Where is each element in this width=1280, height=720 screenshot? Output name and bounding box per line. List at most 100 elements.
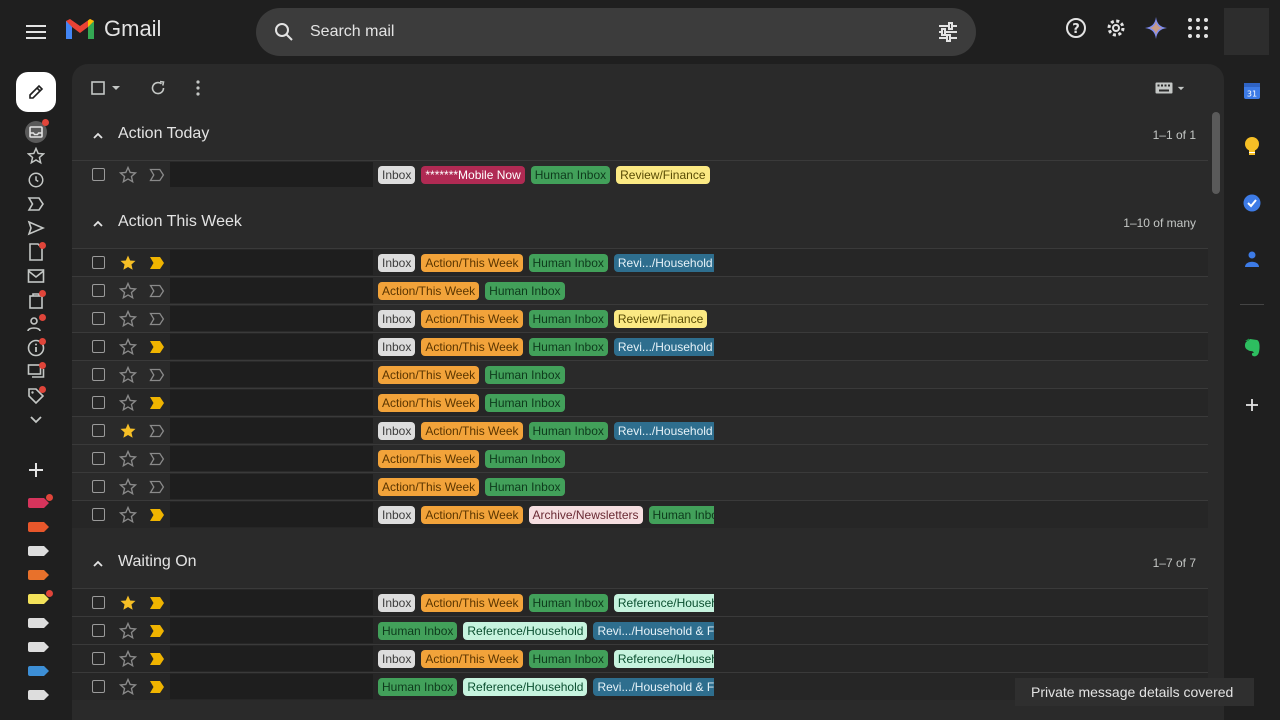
email-row[interactable]: Inbox Action/This Week Human Inbox Referenc… <box>72 588 1208 616</box>
label-chip[interactable]: Action/This Week <box>421 650 523 668</box>
label-chip[interactable]: Inbox <box>378 338 416 356</box>
section-title[interactable]: Action This Week <box>118 213 242 231</box>
refresh-button[interactable] <box>146 76 170 100</box>
email-row[interactable]: Action/This Week Human Inbox <box>72 276 1208 304</box>
important-marker-icon[interactable] <box>149 452 165 466</box>
nav-promotions[interactable] <box>24 384 48 408</box>
important-marker-filled-icon[interactable] <box>149 596 165 610</box>
label-chip[interactable]: Human Inbox <box>528 422 608 440</box>
nav-social[interactable] <box>24 312 48 336</box>
label-chip[interactable]: Action/This Week <box>378 366 480 384</box>
calendar-icon[interactable]: 31 <box>1240 79 1264 103</box>
row-checkbox[interactable] <box>92 424 105 437</box>
search-options-icon[interactable] <box>936 20 960 44</box>
settings-gear-icon[interactable] <box>1104 16 1128 45</box>
important-marker-filled-icon[interactable] <box>149 508 165 522</box>
label-chip[interactable]: Revi.../Household <box>613 338 714 356</box>
label-chip[interactable]: *******Mobile Now <box>421 166 525 184</box>
label-chip[interactable]: Human Inbox <box>530 166 611 184</box>
nav-label-icon[interactable] <box>28 494 53 508</box>
important-marker-filled-icon[interactable] <box>149 256 165 270</box>
label-chip[interactable]: Reference/Household <box>613 594 714 612</box>
important-marker-icon[interactable] <box>149 312 165 326</box>
main-menu-button[interactable] <box>16 12 56 52</box>
important-marker-filled-icon[interactable] <box>149 396 165 410</box>
get-addons-plus-icon[interactable] <box>1240 393 1264 417</box>
star-outline-icon[interactable] <box>118 505 138 524</box>
tasks-check-icon[interactable] <box>1240 191 1264 215</box>
label-chip[interactable]: Review/Finance <box>616 166 710 184</box>
email-row[interactable]: Action/This Week Human Inbox <box>72 388 1208 416</box>
nav-starred[interactable] <box>24 144 48 168</box>
row-checkbox[interactable] <box>92 452 105 465</box>
important-marker-filled-icon[interactable] <box>149 624 165 638</box>
email-row[interactable]: Human Inbox Reference/Household Revi.../Ho… <box>72 616 1208 644</box>
label-chip[interactable]: Action/This Week <box>378 478 480 496</box>
email-row[interactable]: Inbox Action/This Week Human Inbox Review/F… <box>72 304 1208 332</box>
section-title[interactable]: Action Today <box>118 125 209 143</box>
label-chip[interactable]: Reference/Household <box>463 678 588 696</box>
star-outline-icon[interactable] <box>118 393 138 412</box>
create-label-button[interactable] <box>24 458 48 482</box>
email-row[interactable]: Inbox Action/This Week Human Inbox Revi.../… <box>72 248 1208 276</box>
row-checkbox[interactable] <box>92 508 105 521</box>
nav-all-mail[interactable] <box>24 264 48 288</box>
label-chip[interactable]: Action/This Week <box>378 394 480 412</box>
email-row[interactable]: Inbox Action/This Week Human Inbox Revi.../… <box>72 332 1208 360</box>
important-marker-filled-icon[interactable] <box>149 680 165 694</box>
nav-label-icon[interactable] <box>28 590 53 604</box>
row-checkbox[interactable] <box>92 396 105 409</box>
star-filled-icon[interactable] <box>119 254 137 272</box>
label-chip[interactable]: Human Inbox <box>485 450 565 468</box>
star-outline-icon[interactable] <box>118 449 138 468</box>
email-row[interactable]: Inbox Action/This Week Human Inbox Revi.../… <box>72 416 1208 444</box>
label-chip[interactable]: Archive/Newsletters <box>528 506 643 524</box>
star-outline-icon[interactable] <box>118 309 138 328</box>
label-chip[interactable]: Human Inbox <box>528 254 608 272</box>
label-chip[interactable]: Inbox <box>378 650 416 668</box>
label-chip[interactable]: Inbox <box>378 422 416 440</box>
nav-label-icon[interactable] <box>28 522 49 532</box>
scrollbar-thumb[interactable] <box>1212 112 1220 194</box>
row-checkbox[interactable] <box>92 368 105 381</box>
more-options-button[interactable] <box>186 76 210 100</box>
nav-label-icon[interactable] <box>28 570 49 580</box>
star-filled-icon[interactable] <box>119 422 137 440</box>
label-chip[interactable]: Revi.../Household & Finance <box>593 678 714 696</box>
gmail-logo[interactable]: Gmail <box>64 16 161 42</box>
label-chip[interactable]: Human Inbox <box>528 310 608 328</box>
nav-sent[interactable] <box>24 216 48 240</box>
search-icon[interactable] <box>272 20 296 44</box>
nav-purchases[interactable] <box>24 288 48 312</box>
label-chip[interactable]: Review/Finance <box>613 310 708 328</box>
contacts-person-icon[interactable] <box>1240 247 1264 271</box>
nav-label-icon[interactable] <box>28 642 49 652</box>
search-input[interactable] <box>310 20 910 44</box>
support-icon[interactable]: ? <box>1064 16 1088 45</box>
keep-bulb-icon[interactable] <box>1240 135 1264 159</box>
nav-more[interactable] <box>24 408 48 432</box>
star-outline-icon[interactable] <box>118 365 138 384</box>
row-checkbox[interactable] <box>92 340 105 353</box>
label-chip[interactable]: Revi.../Household & Finance <box>593 622 714 640</box>
row-checkbox[interactable] <box>92 480 105 493</box>
label-chip[interactable]: Inbox <box>378 594 416 612</box>
label-chip[interactable]: Revi.../Household <box>613 422 714 440</box>
select-all-dropdown[interactable] <box>88 76 124 100</box>
nav-label-icon[interactable] <box>28 666 49 676</box>
nav-inbox[interactable] <box>24 119 49 144</box>
label-chip[interactable]: Action/This Week <box>378 450 480 468</box>
label-chip[interactable]: Human Inbox <box>485 478 565 496</box>
account-avatar[interactable] <box>1224 8 1269 55</box>
row-checkbox[interactable] <box>92 256 105 269</box>
chevron-up-icon[interactable] <box>88 214 108 234</box>
input-tools-button[interactable] <box>1152 76 1188 100</box>
label-chip[interactable]: Inbox <box>378 166 416 184</box>
email-row[interactable]: Inbox Action/This Week Archive/Newsletters… <box>72 500 1208 528</box>
label-chip[interactable]: Inbox <box>378 506 416 524</box>
row-checkbox[interactable] <box>92 168 105 181</box>
nav-forums[interactable] <box>24 360 48 384</box>
label-chip[interactable]: Action/This Week <box>421 310 523 328</box>
important-marker-icon[interactable] <box>149 284 165 298</box>
label-chip[interactable]: Reference/Household <box>613 650 714 668</box>
